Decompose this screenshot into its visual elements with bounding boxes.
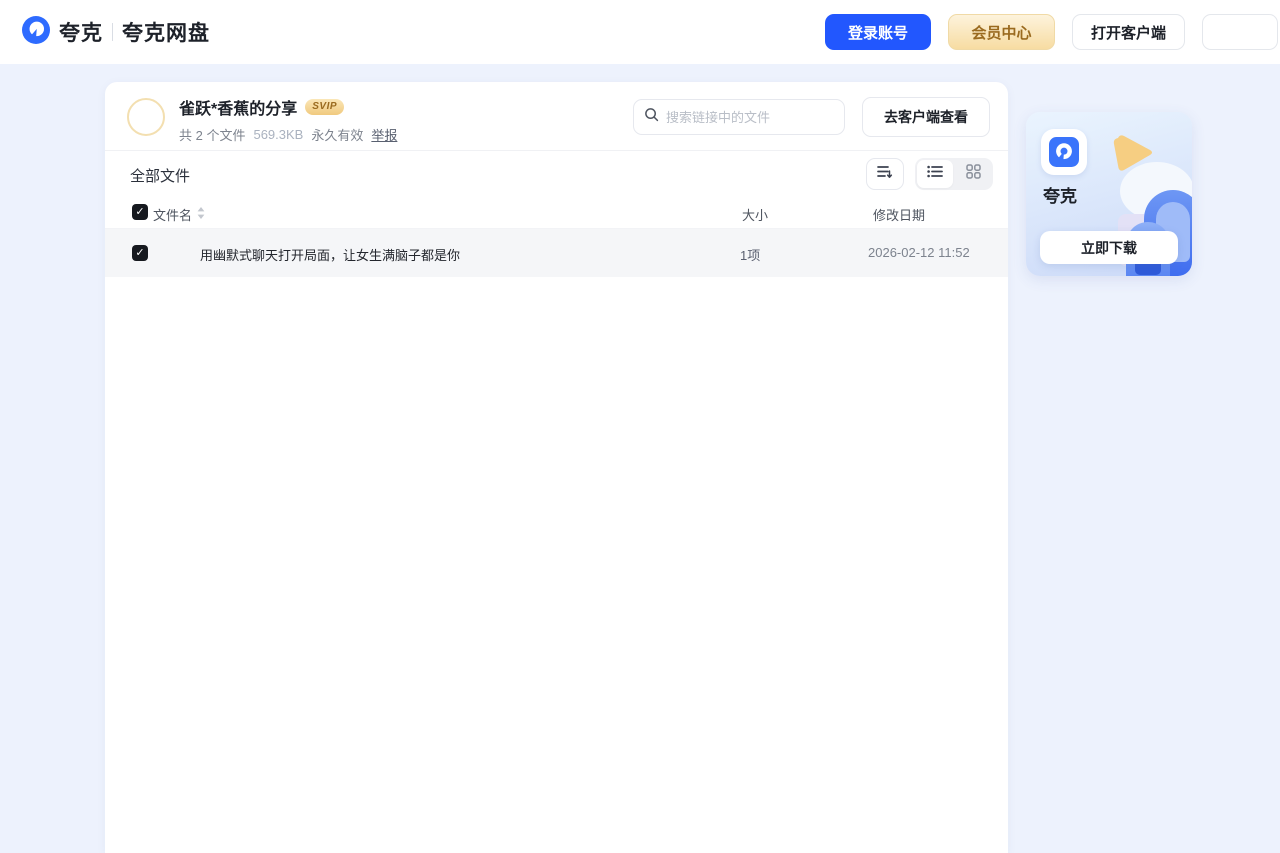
column-size[interactable]: 大小 [742, 205, 768, 224]
file-table-header: ✓ 文件名 大小 修改日期 [105, 198, 1008, 228]
brand-name: 夸克 [59, 22, 103, 45]
brand-group: 夸克 夸克网盘 [22, 15, 210, 49]
column-date[interactable]: 修改日期 [873, 205, 925, 224]
vip-center-button[interactable]: 会员中心 [948, 14, 1055, 50]
report-link[interactable]: 举报 [371, 125, 397, 144]
row-checkbox[interactable]: ✓ [132, 245, 148, 261]
share-file-count: 共 2 个文件 [179, 128, 246, 143]
file-name[interactable]: 用幽默式聊天打开局面，让女生满脑子都是你 [200, 245, 460, 264]
grid-view-button[interactable] [955, 160, 991, 188]
select-all-checkbox[interactable]: ✓ [132, 204, 148, 220]
file-section-row: 全部文件 [105, 150, 1008, 198]
file-icon-placeholder [157, 237, 189, 269]
column-name-label: 文件名 [153, 208, 193, 223]
promo-app-name: 夸克 [1043, 187, 1077, 206]
svip-badge: SVIP [305, 99, 345, 115]
file-size: 1项 [740, 248, 761, 263]
sort-arrows-icon [197, 207, 205, 222]
header-extra-button[interactable] [1202, 14, 1278, 50]
column-name[interactable]: 文件名 [153, 205, 205, 224]
share-validity: 永久有效 [311, 128, 364, 143]
play-triangle-icon [1110, 132, 1156, 179]
share-header: 雀跃*香蕉的分享 SVIP 共 2 个文件 569.3KB 永久有效 举报 去客… [105, 82, 1008, 151]
file-date: 2026-02-12 11:52 [868, 245, 970, 260]
file-row[interactable]: ✓ 用幽默式聊天打开局面，让女生满脑子都是你 1项 2026-02-12 11:… [105, 229, 1008, 277]
quark-logo-icon [22, 15, 50, 49]
view-in-client-button[interactable]: 去客户端查看 [862, 97, 990, 137]
list-view-icon [927, 165, 943, 183]
open-client-button[interactable]: 打开客户端 [1072, 14, 1185, 50]
all-files-title: 全部文件 [130, 168, 191, 185]
search-input[interactable] [666, 109, 842, 125]
product-name: 夸克网盘 [122, 22, 210, 45]
share-meta: 共 2 个文件 569.3KB 永久有效 举报 [179, 125, 397, 144]
sharer-avatar [127, 98, 165, 136]
share-total-size: 569.3KB [253, 127, 304, 142]
share-main-card: 雀跃*香蕉的分享 SVIP 共 2 个文件 569.3KB 永久有效 举报 去客… [105, 82, 1008, 853]
brand-divider [112, 23, 113, 41]
grid-view-icon [965, 164, 981, 184]
top-bar: 夸克 夸克网盘 登录账号 会员中心 打开客户端 [0, 0, 1280, 64]
share-title: 雀跃*香蕉的分享 [179, 101, 298, 118]
sort-order-button[interactable] [866, 158, 904, 190]
sort-lines-icon [877, 165, 893, 184]
app-download-card: 夸克 立即下载 [1026, 112, 1192, 276]
topbar-actions: 登录账号 会员中心 打开客户端 [825, 14, 1278, 50]
list-view-button[interactable] [917, 160, 953, 188]
login-button[interactable]: 登录账号 [825, 14, 931, 50]
search-box[interactable] [633, 99, 845, 135]
search-icon [644, 107, 659, 127]
share-title-block: 雀跃*香蕉的分享 SVIP 共 2 个文件 569.3KB 永久有效 举报 [179, 95, 397, 144]
quark-app-icon [1041, 129, 1087, 175]
download-now-button[interactable]: 立即下载 [1040, 231, 1178, 264]
view-mode-toggle [915, 158, 993, 190]
